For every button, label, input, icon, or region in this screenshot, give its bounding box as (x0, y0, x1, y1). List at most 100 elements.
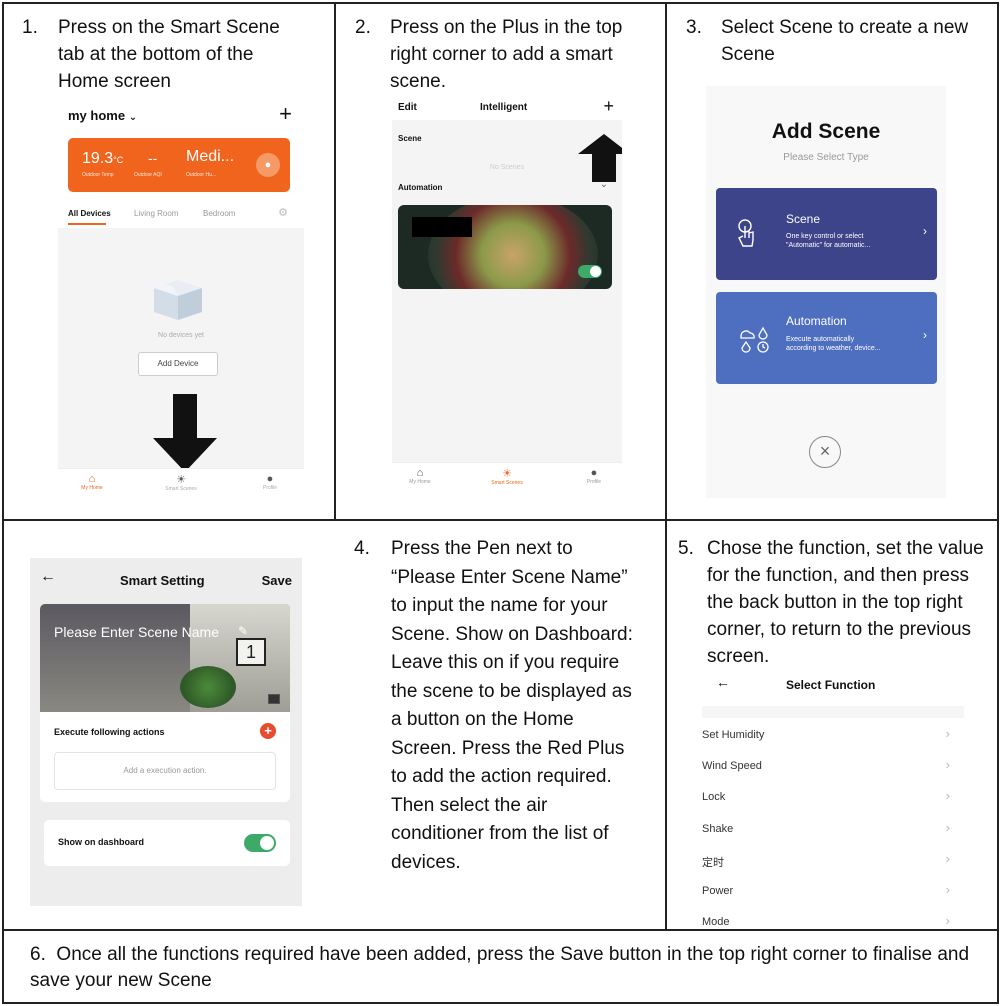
dashboard-label: Show on dashboard (58, 837, 145, 847)
function-item[interactable]: Wind Speed › (702, 751, 964, 782)
scene-name-input[interactable]: Please Enter Scene Name (54, 624, 219, 640)
add-device-button[interactable]: Add Device (138, 352, 218, 376)
nav-my-home[interactable]: ⌂ My Home (72, 473, 112, 491)
page-title: Smart Setting (120, 573, 205, 588)
divider (2, 519, 999, 521)
scene-cover[interactable]: 1 Please Enter Scene Name ✎ (40, 604, 290, 712)
function-item[interactable]: Shake › (702, 814, 964, 845)
divider (665, 2, 667, 930)
tab-bedroom[interactable]: Bedroom (203, 209, 235, 218)
chevron-down-icon[interactable]: ⌄ (600, 179, 608, 190)
nav-my-home[interactable]: ⌂ My Home (400, 467, 440, 485)
add-action-box[interactable]: Add a execution action. (54, 752, 276, 790)
close-button[interactable]: × (809, 436, 841, 468)
automation-header: Automation (398, 183, 443, 192)
arrow-up-icon (578, 134, 622, 182)
humidity-value: Medi... (186, 148, 235, 165)
close-icon: × (819, 441, 831, 461)
chevron-right-icon: › (945, 819, 950, 835)
plus-icon[interactable]: + (603, 96, 614, 117)
aqi-value: -- (148, 150, 158, 166)
step-text: Press on the Plus in the top right corne… (390, 17, 623, 92)
screenshot-select-function: ← Select Function Set Humidity › Wind Spee… (702, 670, 964, 928)
function-label: Shake (702, 822, 734, 835)
chevron-right-icon: › (945, 881, 950, 897)
step-number: 3. (686, 17, 702, 38)
humidity-caption: Outdoor Hu... (186, 172, 217, 178)
empty-text: No devices yet (158, 332, 204, 339)
redaction-block (412, 217, 472, 237)
cover-plant (180, 666, 236, 708)
back-arrow-icon[interactable]: ← (716, 674, 730, 690)
nav-label: Smart Scenes (165, 486, 197, 492)
edit-button[interactable]: Edit (398, 102, 417, 113)
home-icon: ⌂ (88, 473, 96, 485)
page-subtitle: Please Select Type (783, 152, 869, 163)
nav-label: My Home (81, 485, 103, 491)
dashboard-row: Show on dashboard (44, 820, 290, 866)
chevron-right-icon: › (945, 757, 950, 773)
automation-option-label: Automation (786, 314, 847, 328)
step-text: Chose the function, set the value for th… (707, 538, 984, 667)
pen-icon[interactable]: ✎ (238, 624, 248, 638)
temp-caption: Outdoor Temp (82, 172, 114, 178)
sun-icon: ☀ (176, 474, 186, 486)
automation-option-desc-2: according to weather, device... (786, 345, 881, 352)
page-title: Select Function (786, 678, 876, 692)
scene-option-card[interactable]: Scene One key control or select "Automat… (716, 188, 937, 280)
bottom-nav: ⌂ My Home ☀ Smart Scenes ● Profile (392, 462, 622, 494)
tab-underline (68, 223, 106, 225)
nav-profile[interactable]: ● Profile (574, 467, 614, 485)
step-text: Select Scene to create a new Scene (721, 17, 969, 65)
add-action-plus-icon[interactable]: + (260, 723, 276, 739)
divider (334, 2, 336, 521)
function-item[interactable]: Power › (702, 876, 964, 907)
bottom-nav: ⌂ My Home ☀ Smart Scenes ● Profile (58, 468, 304, 500)
chevron-down-icon: ⌄ (128, 112, 138, 123)
execute-label: Execute following actions (54, 727, 165, 737)
function-item[interactable]: Mode › (702, 907, 964, 928)
sun-icon: ☀ (502, 468, 512, 480)
step-text: Once all the functions required have bee… (30, 944, 970, 991)
nav-smart-scenes[interactable]: ☀ Smart Scenes (156, 473, 206, 492)
nav-label: My Home (409, 479, 431, 485)
function-label: Set Humidity (702, 729, 765, 741)
step-text: Press on the Smart Scene tab at the bott… (58, 17, 280, 92)
image-icon[interactable] (268, 694, 280, 704)
step-number: 2. (355, 17, 371, 38)
microphone-icon[interactable]: ● (256, 153, 280, 177)
chevron-right-icon: › (945, 726, 950, 741)
plus-icon[interactable]: + (279, 101, 292, 127)
nav-label: Profile (586, 479, 602, 485)
function-item[interactable]: 定时 › (702, 845, 964, 876)
tab-all-devices[interactable]: All Devices (68, 209, 111, 218)
temperature-value: 19.3 (82, 150, 114, 167)
scene-option-desc-1: One key control or select (786, 233, 864, 240)
automation-toggle[interactable] (578, 265, 602, 278)
chevron-right-icon: › (945, 850, 950, 866)
nav-profile[interactable]: ● Profile (250, 473, 290, 491)
arrow-down-icon (153, 394, 217, 472)
back-arrow-icon[interactable]: ← (40, 568, 56, 586)
nav-smart-scenes[interactable]: ☀ Smart Scenes (482, 467, 532, 486)
function-item[interactable]: Lock › (702, 782, 964, 813)
header-separator (702, 706, 964, 718)
function-item[interactable]: Set Humidity › (702, 720, 964, 751)
function-label: Mode (702, 916, 730, 928)
function-label: Lock (702, 791, 726, 804)
box-icon (148, 280, 202, 320)
automation-option-card[interactable]: Automation Execute automatically accordi… (716, 292, 937, 384)
profile-icon: ● (266, 473, 274, 485)
home-title[interactable]: my home ⌄ (68, 108, 137, 123)
actions-card: Execute following actions + Add a execut… (40, 712, 290, 802)
tab-living-room[interactable]: Living Room (134, 209, 178, 218)
gear-icon[interactable]: ⚙ (278, 206, 288, 219)
dashboard-toggle[interactable] (244, 834, 276, 852)
chevron-right-icon: › (945, 788, 950, 804)
automation-card[interactable] (398, 205, 612, 289)
scene-header: Scene (398, 134, 422, 143)
automation-option-desc-1: Execute automatically (786, 336, 855, 343)
save-button[interactable]: Save (262, 573, 292, 588)
page-title: Intelligent (480, 102, 528, 113)
step-number: 6. (30, 944, 46, 965)
